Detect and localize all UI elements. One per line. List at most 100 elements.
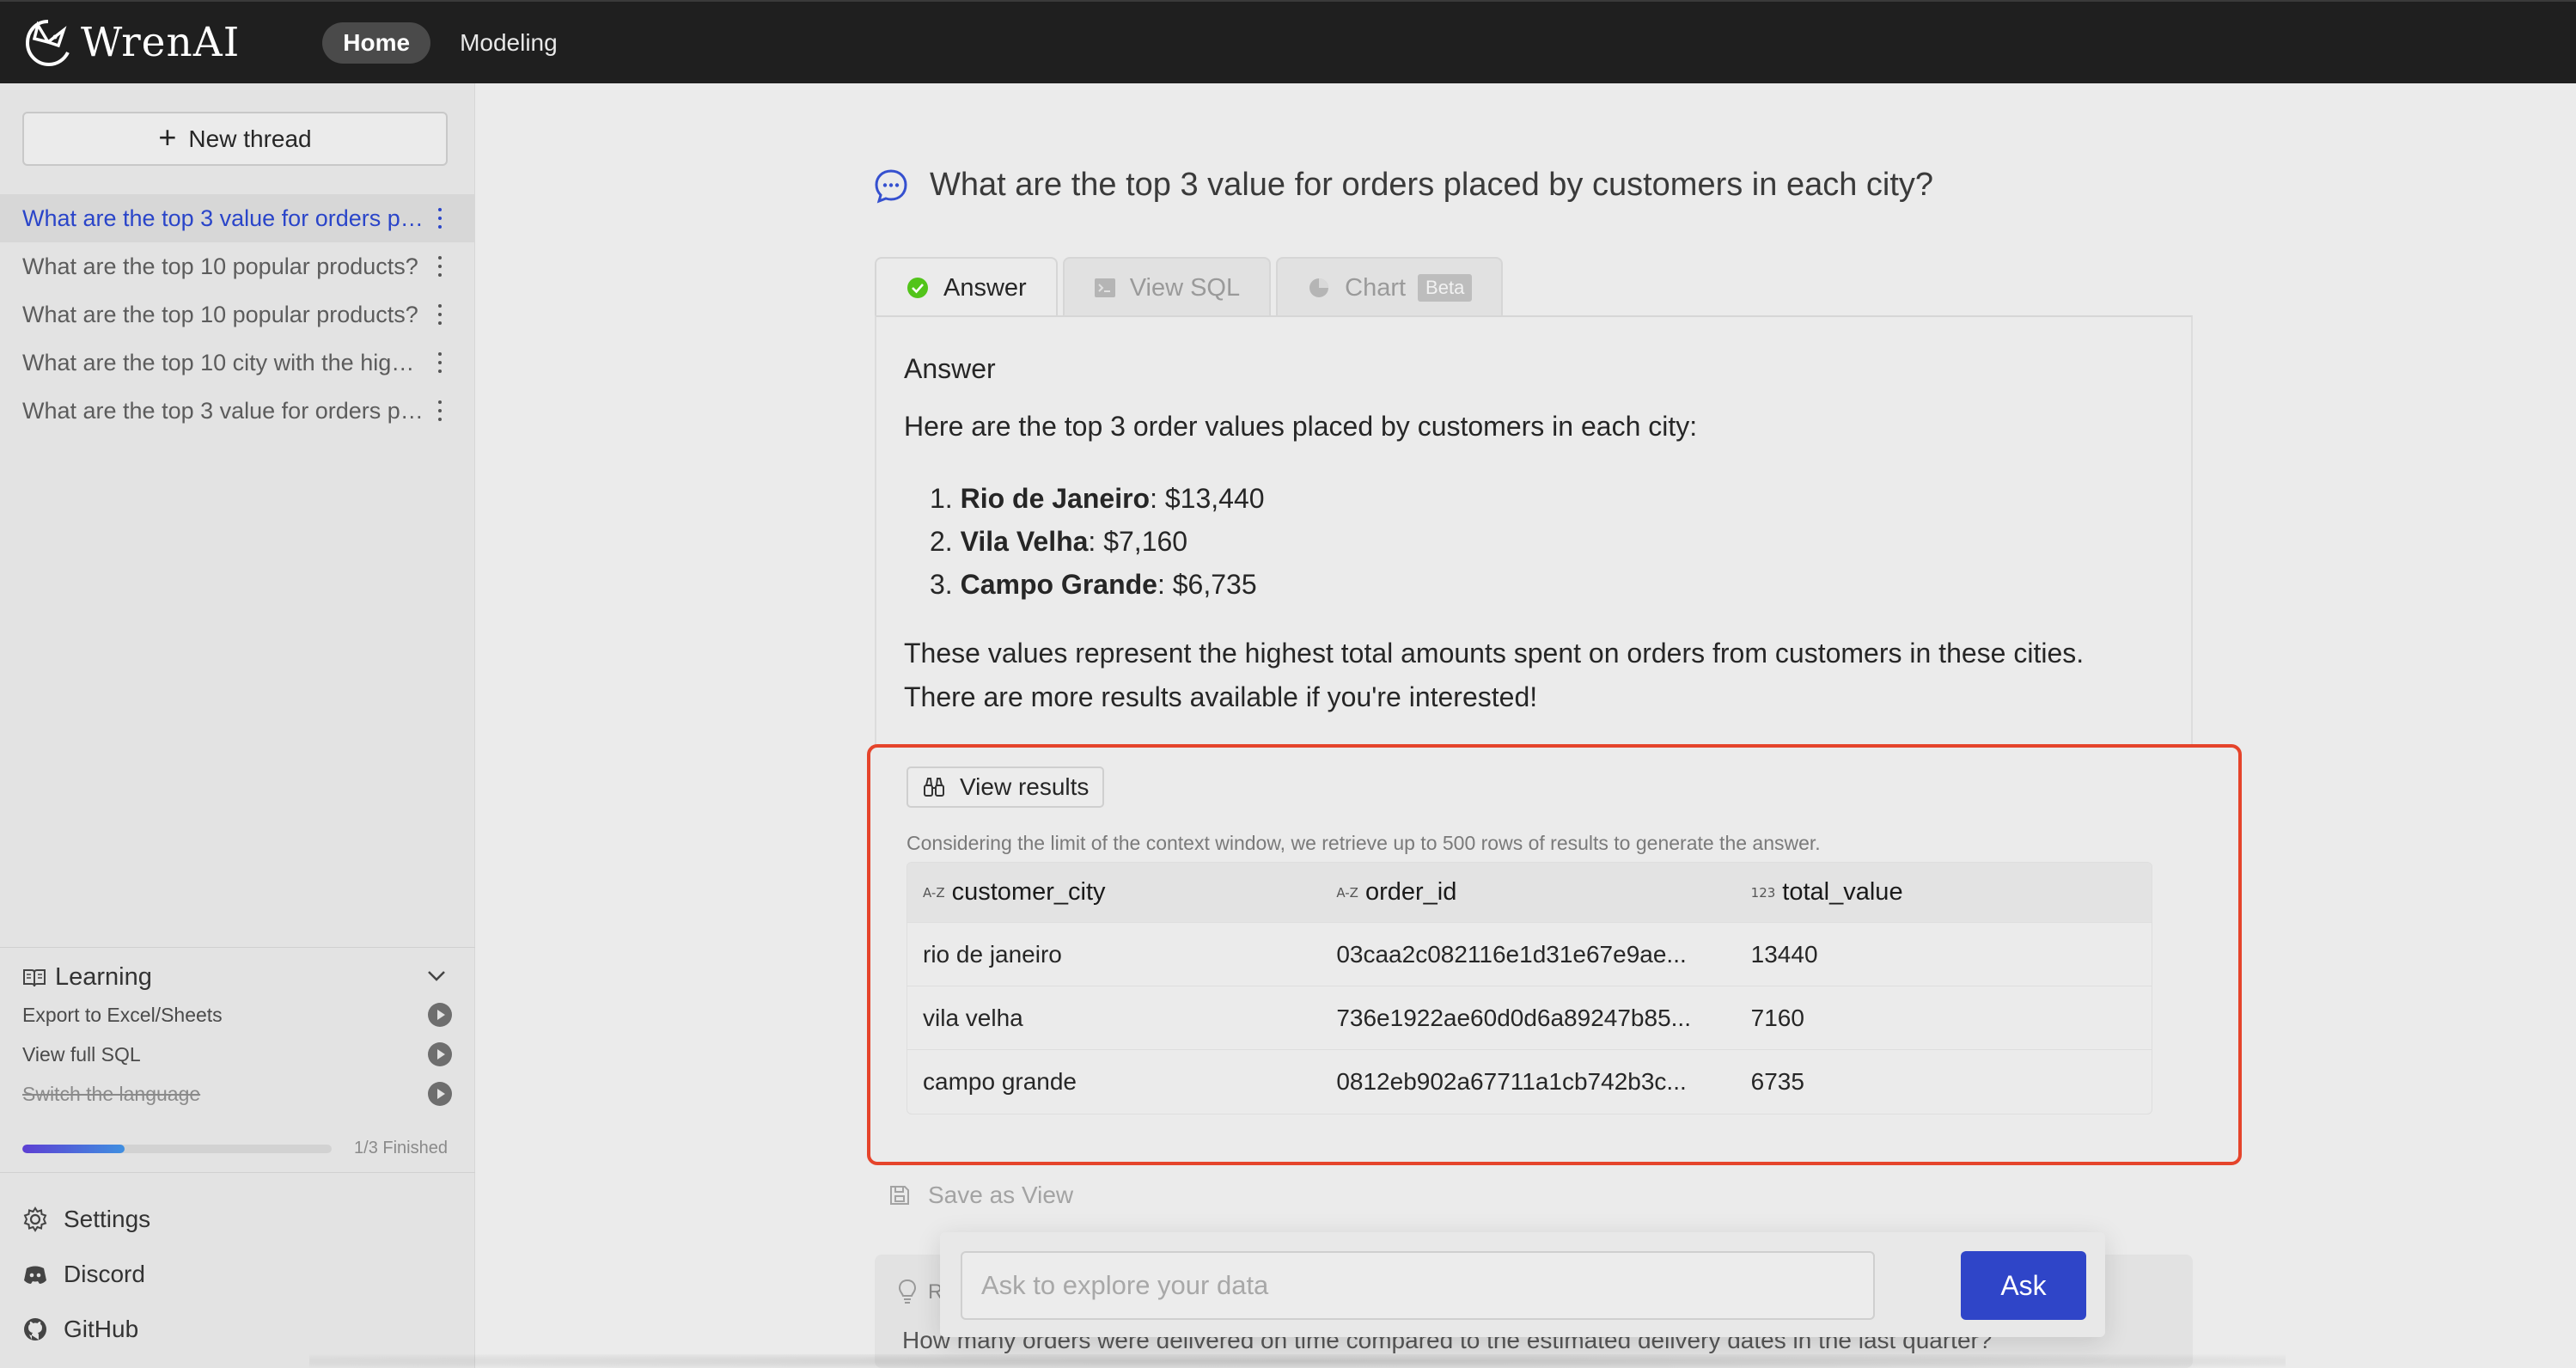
pie-chart-icon xyxy=(1309,278,1329,297)
text-type-icon: A-Z xyxy=(923,884,945,901)
question-header: What are the top 3 value for orders plac… xyxy=(873,167,1933,204)
table-cell: 736e1922ae60d0d6a89247b85... xyxy=(1336,1004,1691,1031)
save-as-view-label: Save as View xyxy=(928,1182,1074,1208)
thread-item[interactable]: What are the top 10 popular products? xyxy=(0,242,475,290)
column-header-order-id[interactable]: A-Z order_id xyxy=(1321,878,1735,907)
beta-badge: Beta xyxy=(1418,274,1473,302)
ask-button[interactable]: Ask xyxy=(1961,1251,2086,1320)
learning-header[interactable]: Learning xyxy=(22,963,152,992)
table-row: vila velha 736e1922ae60d0d6a89247b85... … xyxy=(907,986,2152,1050)
table-row: rio de janeiro 03caa2c082116e1d31e67e9ae… xyxy=(907,923,2152,986)
chevron-down-icon[interactable] xyxy=(427,970,446,982)
github-icon xyxy=(24,1318,46,1341)
view-results-button[interactable]: View results xyxy=(906,766,1105,808)
learning-progress-text: 1/3 Finished xyxy=(354,1139,448,1157)
save-as-view-button[interactable]: Save as View xyxy=(888,1182,1073,1209)
nav-modeling-tab[interactable]: Modeling xyxy=(460,29,558,57)
learning-panel: Learning Export to Excel/Sheets View ful… xyxy=(0,947,475,1173)
binoculars-icon xyxy=(924,778,944,797)
discord-label: Discord xyxy=(64,1261,145,1287)
more-options-icon[interactable] xyxy=(437,304,443,325)
results-highlight-box: View results Considering the limit of th… xyxy=(867,744,2242,1165)
answer-intro: Here are the top 3 order values placed b… xyxy=(904,411,1698,442)
learning-progress-fill xyxy=(22,1145,125,1153)
thread-item[interactable]: What are the top 10 popular products? xyxy=(0,290,475,339)
new-thread-label: New thread xyxy=(188,125,312,152)
play-icon[interactable] xyxy=(428,1042,452,1066)
play-icon[interactable] xyxy=(428,1003,452,1027)
more-options-icon[interactable] xyxy=(437,400,443,421)
wren-bird-icon xyxy=(25,19,70,66)
nav-home-tab[interactable]: Home xyxy=(322,21,431,64)
table-cell: campo grande xyxy=(923,1068,1077,1095)
github-label: GitHub xyxy=(64,1316,139,1342)
more-options-icon[interactable] xyxy=(437,208,443,229)
ask-bar: Ask xyxy=(940,1232,2105,1337)
learning-item-label: View full SQL xyxy=(22,1042,141,1066)
learning-item-export[interactable]: Export to Excel/Sheets xyxy=(22,1003,452,1027)
table-cell: 13440 xyxy=(1750,940,1818,968)
table-cell: 6735 xyxy=(1750,1068,1804,1095)
table-row: campo grande 0812eb902a67711a1cb742b3c..… xyxy=(907,1050,2152,1114)
list-item: 3. Campo Grande: $6,735 xyxy=(930,569,1257,600)
github-link[interactable]: GitHub xyxy=(22,1302,150,1357)
learning-item-view-sql[interactable]: View full SQL xyxy=(22,1042,452,1066)
lightbulb-icon xyxy=(898,1279,917,1304)
new-thread-button[interactable]: + New thread xyxy=(22,112,448,166)
results-table: A-Z customer_city A-Z order_id 123 total… xyxy=(906,862,2152,1115)
answer-list: 1. Rio de Janeiro: $13,440 2. Vila Velha… xyxy=(930,477,1265,606)
tab-answer[interactable]: Answer xyxy=(875,257,1058,317)
answer-paragraph: These values represent the highest total… xyxy=(904,638,2085,712)
play-icon[interactable] xyxy=(428,1082,452,1106)
settings-label: Settings xyxy=(64,1206,151,1232)
discord-icon xyxy=(24,1266,46,1284)
more-options-icon[interactable] xyxy=(437,352,443,373)
tab-view-sql-label: View SQL xyxy=(1129,273,1241,302)
learning-title: Learning xyxy=(55,963,152,991)
table-cell: rio de janeiro xyxy=(923,940,1062,968)
top-navbar: WrenAI Home Modeling xyxy=(0,0,2576,83)
thread-label: What are the top 3 value for orders plac… xyxy=(22,397,426,424)
table-cell: vila velha xyxy=(923,1004,1023,1031)
answer-tabs: Answer View SQL Chart Beta xyxy=(875,257,1508,317)
settings-link[interactable]: Settings xyxy=(22,1192,150,1247)
sidebar-footer: Settings Discord GitHub xyxy=(22,1192,150,1357)
answer-heading: Answer xyxy=(904,353,996,384)
tab-chart-label: Chart xyxy=(1345,273,1407,302)
thread-label: What are the top 10 city with the highes… xyxy=(22,349,426,376)
learning-item-label: Switch the language xyxy=(22,1082,201,1105)
list-item: 2. Vila Velha: $7,160 xyxy=(930,526,1188,557)
tab-answer-label: Answer xyxy=(943,273,1027,302)
table-cell: 0812eb902a67711a1cb742b3c... xyxy=(1336,1068,1687,1095)
number-type-icon: 123 xyxy=(1750,884,1776,901)
code-terminal-icon xyxy=(1094,278,1115,297)
view-results-label: View results xyxy=(960,773,1090,800)
context-limit-note: Considering the limit of the context win… xyxy=(906,832,1821,854)
thread-item[interactable]: What are the top 10 city with the highes… xyxy=(0,339,475,387)
more-options-icon[interactable] xyxy=(437,256,443,277)
chat-bubble-icon xyxy=(875,168,907,203)
tab-view-sql[interactable]: View SQL xyxy=(1062,257,1272,317)
table-cell: 7160 xyxy=(1750,1004,1804,1031)
bottom-shadow xyxy=(309,1354,2286,1368)
wrenai-logo[interactable]: WrenAI xyxy=(22,16,240,70)
thread-list: What are the top 3 value for orders plac… xyxy=(0,194,475,435)
column-header-customer-city[interactable]: A-Z customer_city xyxy=(907,878,1321,907)
sidebar: + New thread What are the top 3 value fo… xyxy=(0,83,475,1368)
learning-item-label: Export to Excel/Sheets xyxy=(22,1003,223,1026)
save-icon xyxy=(890,1186,909,1205)
plus-icon: + xyxy=(158,119,177,155)
tab-chart[interactable]: Chart Beta xyxy=(1276,257,1504,317)
thread-item[interactable]: What are the top 3 value for orders plac… xyxy=(0,194,475,242)
thread-item[interactable]: What are the top 3 value for orders plac… xyxy=(0,387,475,435)
book-icon xyxy=(23,968,46,986)
column-header-total-value[interactable]: 123 total_value xyxy=(1736,878,2152,907)
gear-icon xyxy=(23,1206,47,1232)
ask-input[interactable] xyxy=(961,1251,1875,1320)
learning-item-language[interactable]: Switch the language xyxy=(22,1082,452,1106)
check-circle-icon xyxy=(907,278,928,298)
discord-link[interactable]: Discord xyxy=(22,1247,150,1302)
thread-label: What are the top 3 value for orders plac… xyxy=(22,205,426,231)
app-name: WrenAI xyxy=(81,19,241,66)
text-type-icon: A-Z xyxy=(1336,884,1358,901)
